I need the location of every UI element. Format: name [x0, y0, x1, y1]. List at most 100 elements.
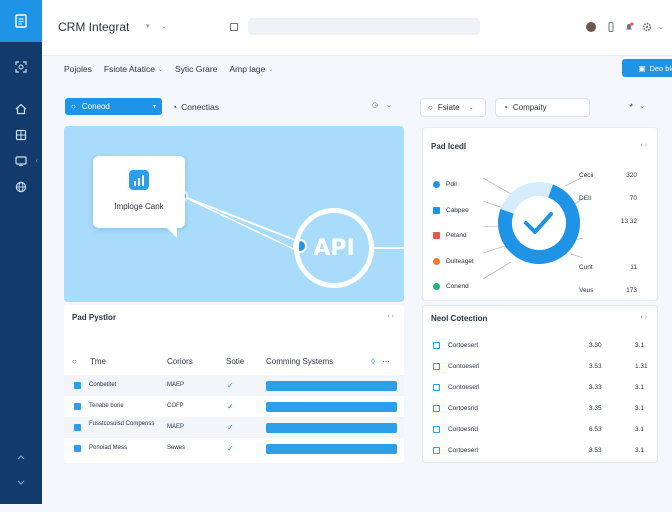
progress-bar — [266, 381, 397, 391]
search-input[interactable] — [248, 18, 480, 35]
sidebar-logo[interactable] — [0, 0, 42, 42]
more-icon[interactable]: ··· — [382, 357, 390, 366]
sidebar-expand[interactable] — [0, 444, 42, 470]
bar-chart-icon — [129, 170, 149, 190]
table-nav[interactable]: ‹ › — [387, 313, 394, 320]
row-value: COFP — [167, 403, 184, 409]
value-row — [579, 241, 637, 264]
table-row[interactable]: Conbetitet MAEP ✓ — [64, 375, 404, 396]
connections-link[interactable]: ◔ Conectias — [172, 102, 219, 112]
integration-card[interactable]: Imploge Cank — [93, 156, 185, 238]
avatar[interactable] — [586, 22, 596, 32]
nav-item-pojoles[interactable]: Pojoles — [64, 64, 92, 74]
phone-icon[interactable] — [606, 22, 616, 32]
check-icon: ✓ — [227, 381, 234, 390]
value-label: Cunt — [579, 264, 593, 271]
value-row: 13 32 — [579, 218, 637, 241]
select-value: Coneod — [81, 102, 110, 111]
file-icon — [433, 426, 440, 433]
list-value: 3.30 — [589, 342, 602, 349]
table-row[interactable]: Fusstcosuisd Compenss MAEP ✓ — [64, 417, 404, 438]
file-icon — [433, 342, 440, 349]
pill-label: Compaity — [512, 103, 547, 112]
list-name: Cortoesrid — [448, 405, 478, 412]
list-value: 3.33 — [589, 384, 602, 391]
pill-label: Fsiate — [437, 103, 460, 112]
nav-item-sytic[interactable]: Sytic Grare — [175, 64, 218, 74]
value-number: 70 — [629, 195, 637, 202]
sidebar-item-globe[interactable] — [0, 174, 42, 200]
file-icon — [433, 447, 440, 454]
status-select[interactable]: ○ Coneod ▾ — [65, 98, 162, 115]
bell-icon[interactable] — [624, 22, 634, 32]
list-value: 6.53 — [589, 426, 602, 433]
square-icon[interactable] — [230, 23, 238, 31]
list-item[interactable]: Contoeserl 3.53 1.31 — [423, 357, 659, 378]
value-label: Cecii — [579, 172, 594, 179]
systems-table: Pad Pystlor ‹ › ○ Tme Coriors Sotie Comm… — [64, 305, 404, 463]
chevron-down-icon: ⌄ — [157, 66, 163, 73]
value-row: DEII 70 — [579, 195, 637, 218]
sidebar-item-home[interactable] — [0, 96, 42, 122]
column-header[interactable]: Tme — [90, 357, 106, 366]
chevron-left-icon: ‹ — [35, 157, 38, 165]
nav-item-amp[interactable]: Amp lage ⌄ — [229, 64, 273, 74]
caret-down-icon[interactable]: ▾ — [146, 22, 150, 30]
chevron-down-icon[interactable]: ⌄ — [161, 22, 167, 30]
check-icon: ✓ — [227, 444, 234, 453]
table-row[interactable]: Ponoiad Mess Sewes ✓ — [64, 438, 404, 459]
filter-pill-company[interactable]: ◔ Compaity — [495, 98, 590, 117]
api-label: API — [313, 235, 355, 261]
column-header[interactable]: Sotie — [226, 357, 244, 366]
chevron-down-icon: ⌄ — [386, 102, 392, 109]
table-title: Pad Pystlor — [72, 313, 117, 322]
gear-icon[interactable] — [642, 22, 652, 32]
row-name: Tenabe borie — [89, 403, 124, 409]
chevron-down-icon: ⌄ — [639, 103, 646, 110]
list-name: Cortoeserl — [448, 342, 478, 349]
list-value: 3.1 — [635, 405, 645, 412]
list-name: Cortoeserl — [448, 447, 478, 454]
value-number: 11 — [630, 264, 637, 271]
list-item[interactable]: Contoeserl 3.33 3.1 — [423, 378, 659, 399]
value-label: DEII — [579, 195, 592, 202]
column-header[interactable]: Coriors — [167, 357, 193, 366]
list-value: 1.31 — [635, 363, 648, 370]
primary-action-button[interactable]: ▣ Deo bloge — [622, 59, 672, 77]
api-node: API — [294, 208, 374, 288]
nav-item-fsiote[interactable]: Fsiote Atatice ⌄ — [104, 64, 163, 74]
value-row: Cunt 11 — [579, 264, 637, 287]
file-icon — [433, 384, 440, 391]
check-icon: ✓ — [227, 423, 234, 432]
panel-nav[interactable]: ‹ › — [640, 314, 647, 321]
sidebar-item-monitor[interactable]: ‹ — [0, 148, 42, 174]
chevron-down-icon[interactable]: ⌄ — [658, 23, 664, 31]
list-item[interactable]: Cortoeserl 3.30 3.1 — [423, 336, 659, 357]
card-label: Imploge Cank — [114, 202, 164, 211]
list-item[interactable]: Cortoesrid 3.35 3.1 — [423, 399, 659, 420]
file-icon — [74, 403, 81, 410]
sort-icon: ○ — [72, 357, 77, 366]
list-value: 3.1 — [635, 426, 645, 433]
chevron-down-icon: ▾ — [152, 104, 156, 110]
refresh-icon: ◔ — [503, 103, 508, 112]
table-row[interactable]: Tenabe borie COFP ✓ — [64, 396, 404, 417]
nav-label: Amp lage — [229, 64, 266, 74]
list-value: 3.53 — [589, 447, 602, 454]
time-control[interactable]: ◷ ⌄ — [372, 101, 392, 109]
list-item[interactable]: Cortoesrid 6.53 3.1 — [423, 420, 659, 441]
sidebar-item-reports[interactable] — [0, 122, 42, 148]
list-item[interactable]: Cortoeserl 3.53 3.1 — [423, 441, 659, 462]
value-row: Cecii 320 — [579, 172, 637, 195]
filter-pill-fsiate[interactable]: ○ Fsiate ⌄ — [420, 98, 486, 117]
sidebar: ‹ — [0, 0, 42, 504]
row-name: Ponoiad Mess — [89, 445, 128, 451]
value-number: 320 — [626, 172, 637, 179]
bolt-icon[interactable]: ◊ — [371, 357, 375, 366]
sidebar-collapse[interactable] — [0, 470, 42, 496]
column-header[interactable]: Comming Systems — [266, 357, 333, 366]
sidebar-item-integrations[interactable] — [0, 54, 42, 80]
plus-square-icon: ▣ — [638, 63, 646, 73]
view-control[interactable]: ◕ ⌄ — [629, 102, 645, 110]
row-name: Conbetitet — [89, 382, 117, 388]
